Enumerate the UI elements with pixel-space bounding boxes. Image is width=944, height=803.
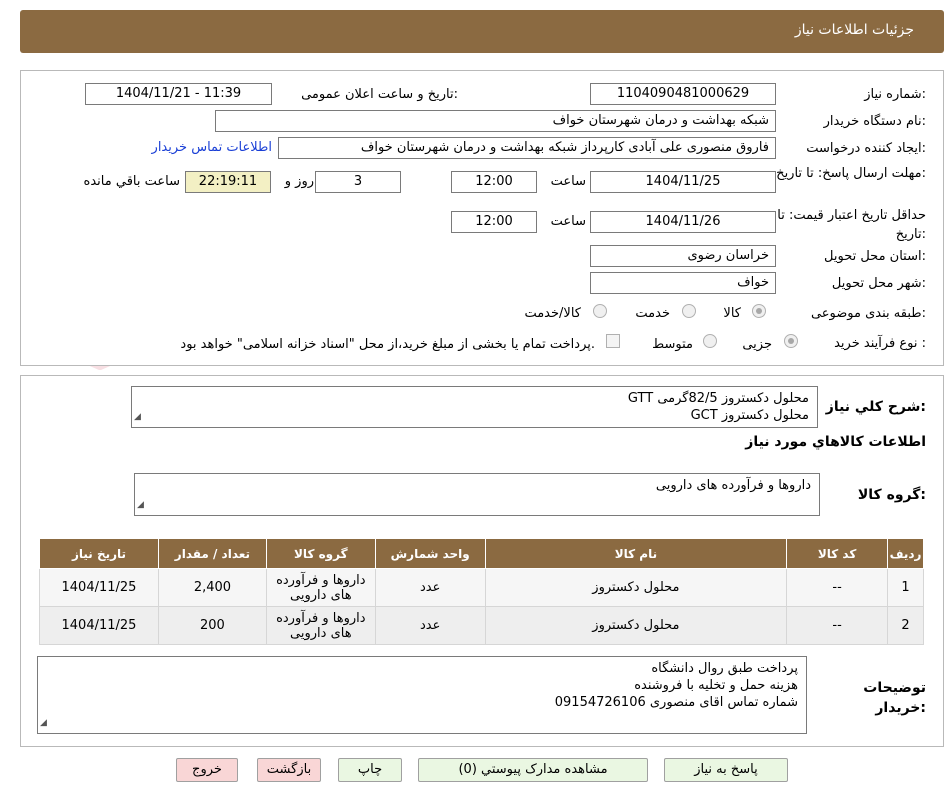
items-section-title: اطلاعات کالاهاي مورد نیاز xyxy=(745,434,926,450)
cell-code: -- xyxy=(786,568,889,607)
process-minor-radio[interactable] xyxy=(784,334,798,348)
cell-row-no: 2 xyxy=(887,606,924,645)
print-button[interactable]: چاپ xyxy=(338,758,402,782)
process-medium-radio[interactable] xyxy=(703,334,717,348)
cell-row-no: 1 xyxy=(887,568,924,607)
col-header-date: تاریخ نیاز xyxy=(39,538,159,569)
treasury-note: پرداخت تمام یا بخشی از مبلغ خرید،از محل … xyxy=(180,337,595,352)
items-table: ردیف کد کالا نام کالا واحد شمارش گروه کا… xyxy=(39,538,924,645)
category-label: طبقه بندی موضوعی: xyxy=(810,306,926,321)
cell-group: داروها و فرآورده های دارویی xyxy=(265,568,376,607)
cell-name: محلول دکستروز xyxy=(484,568,788,607)
city-field: خواف xyxy=(590,272,776,294)
buyer-org-field: شبکه بهداشت و درمان شهرستان خواف xyxy=(215,110,776,132)
back-button[interactable]: بازگشت xyxy=(257,758,321,782)
cell-unit: عدد xyxy=(374,568,486,607)
remaining-time-field: 22:19:11 xyxy=(185,171,271,193)
notes-line-3: شماره تماس اقای منصوری 09154726106 xyxy=(554,695,798,710)
resize-grip-icon[interactable]: ◢ xyxy=(40,715,47,732)
category-service-label: خدمت xyxy=(635,306,670,321)
summary-label: شرح کلي نیاز: xyxy=(825,399,926,415)
city-label: شهر محل تحویل: xyxy=(831,276,926,291)
group-value: داروها و فرآورده های دارویی xyxy=(655,478,811,493)
validity-time-label: ساعت xyxy=(550,214,586,229)
col-header-unit: واحد شمارش xyxy=(374,538,486,569)
cell-code: -- xyxy=(786,606,889,645)
cell-quantity: 200 xyxy=(157,606,267,645)
buyer-org-label: نام دستگاه خریدار: xyxy=(823,114,926,129)
creator-label: ایجاد کننده درخواست: xyxy=(806,141,926,156)
process-medium-label: متوسط xyxy=(652,337,693,352)
announce-datetime-field: 1404/11/21 - 11:39 xyxy=(85,83,272,105)
category-goods-label: کالا xyxy=(723,306,741,321)
table-header-row: ردیف کد کالا نام کالا واحد شمارش گروه کا… xyxy=(39,538,924,569)
summary-line-1: محلول دکستروز 82/5گرمی GTT xyxy=(627,391,809,406)
cell-quantity: 2,400 xyxy=(157,568,267,607)
notes-line-1: پرداخت طبق روال دانشگاه xyxy=(651,661,798,676)
table-row: 1 -- محلول دکستروز عدد داروها و فرآورده … xyxy=(39,568,924,607)
cell-name: محلول دکستروز xyxy=(484,606,788,645)
page-header: جزئیات اطلاعات نیاز xyxy=(20,10,944,53)
resize-grip-icon[interactable]: ◢ xyxy=(134,409,141,426)
province-field: خراسان رضوی xyxy=(590,245,776,267)
process-minor-label: جزیی xyxy=(742,337,772,352)
col-header-code: کد کالا xyxy=(786,538,889,569)
validity-label: حداقل تاریخ اعتبار قیمت: تا تاریخ: xyxy=(777,208,926,242)
days-field: 3 xyxy=(315,171,401,193)
col-header-name: نام کالا xyxy=(484,538,788,569)
announce-label: تاریخ و ساعت اعلان عمومی: xyxy=(301,87,458,102)
need-number-label: شماره نیاز: xyxy=(864,87,926,102)
deadline-label: مهلت ارسال پاسخ: تا تاریخ: xyxy=(776,166,926,181)
col-header-row-no: ردیف xyxy=(887,538,924,569)
treasury-checkbox[interactable] xyxy=(606,334,620,348)
remaining-label: ساعت باقي مانده xyxy=(83,174,180,189)
process-label: نوع فرآیند خرید : xyxy=(834,336,926,351)
deadline-time-label: ساعت xyxy=(550,174,586,189)
resize-grip-icon[interactable]: ◢ xyxy=(137,497,144,514)
notes-label: توضیحات خریدار: xyxy=(863,680,926,716)
group-label: گروه کالا: xyxy=(857,487,926,503)
summary-textarea: محلول دکستروز 82/5گرمی GTT محلول دکستروز… xyxy=(131,386,818,428)
col-header-quantity: تعداد / مقدار xyxy=(157,538,267,569)
days-label: روز و xyxy=(284,174,314,189)
need-number-field: 1104090481000629 xyxy=(590,83,776,105)
validity-time-field: 12:00 xyxy=(451,211,537,233)
province-label: استان محل تحویل: xyxy=(824,249,926,264)
deadline-time-field: 12:00 xyxy=(451,171,537,193)
category-service-radio[interactable] xyxy=(682,304,696,318)
notes-line-2: هزینه حمل و تخلیه با فروشنده xyxy=(634,678,798,693)
group-textarea: داروها و فرآورده های دارویی ◢ xyxy=(134,473,820,516)
cell-unit: عدد xyxy=(374,606,486,645)
cell-date: 1404/11/25 xyxy=(39,606,159,645)
reply-button[interactable]: پاسخ به نیاز xyxy=(664,758,788,782)
exit-button[interactable]: خروج xyxy=(176,758,238,782)
col-header-group: گروه کالا xyxy=(265,538,376,569)
buyer-contact-link[interactable]: اطلاعات تماس خریدار xyxy=(152,140,272,155)
cell-group: داروها و فرآورده های دارویی xyxy=(265,606,376,645)
category-both-label: کالا/خدمت xyxy=(524,306,581,321)
view-attachments-button[interactable]: مشاهده مدارک پیوستي (0) xyxy=(418,758,648,782)
cell-date: 1404/11/25 xyxy=(39,568,159,607)
table-row: 2 -- محلول دکستروز عدد داروها و فرآورده … xyxy=(39,606,924,645)
notes-textarea: پرداخت طبق روال دانشگاه هزینه حمل و تخلی… xyxy=(37,656,807,734)
category-goods-radio[interactable] xyxy=(752,304,766,318)
deadline-date-field: 1404/11/25 xyxy=(590,171,776,193)
category-both-radio[interactable] xyxy=(593,304,607,318)
page-title: جزئیات اطلاعات نیاز xyxy=(794,22,914,38)
creator-field: فاروق منصوری علی آبادی کارپرداز شبکه بهد… xyxy=(278,137,776,159)
summary-line-2: محلول دکستروز GCT xyxy=(690,408,809,423)
validity-date-field: 1404/11/26 xyxy=(590,211,776,233)
